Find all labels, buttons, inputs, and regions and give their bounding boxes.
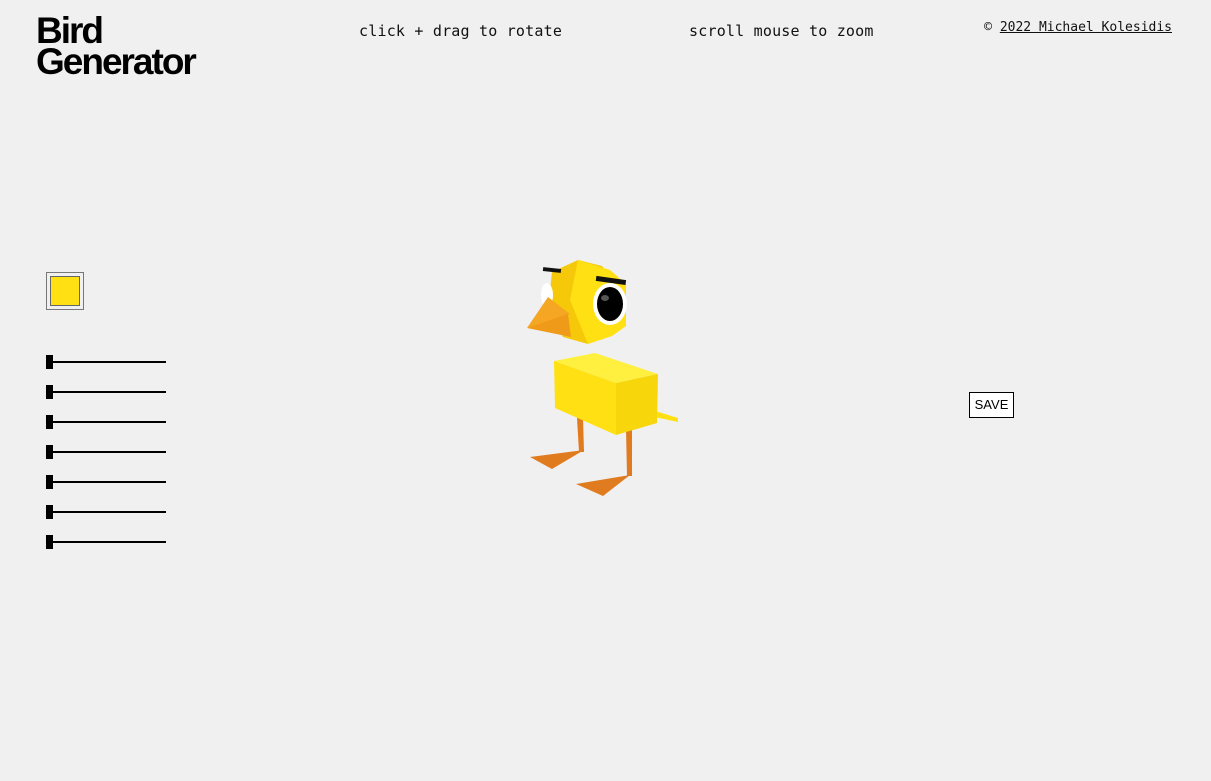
right-leg xyxy=(626,428,632,476)
bird-3d-viewport[interactable] xyxy=(500,240,700,510)
slider-2[interactable] xyxy=(46,385,166,399)
slider-track xyxy=(46,511,166,513)
copyright-symbol: © xyxy=(984,20,992,35)
body-side xyxy=(616,374,658,435)
slider-track xyxy=(46,541,166,543)
eye-pupil xyxy=(597,287,623,321)
app-title-line-2: Generator xyxy=(36,41,197,82)
slider-thumb[interactable] xyxy=(46,355,53,369)
slider-thumb[interactable] xyxy=(46,505,53,519)
right-foot xyxy=(576,475,630,496)
body-color-picker[interactable] xyxy=(46,272,84,310)
slider-6[interactable] xyxy=(46,505,166,519)
slider-5[interactable] xyxy=(46,475,166,489)
eye-shine xyxy=(601,295,609,301)
author-link[interactable]: 2022 Michael Kolesidis xyxy=(1000,20,1172,35)
app-logo: Bird Generator xyxy=(36,12,197,82)
slider-thumb[interactable] xyxy=(46,445,53,459)
slider-1[interactable] xyxy=(46,355,166,369)
rotate-hint: click + drag to rotate xyxy=(359,22,563,40)
slider-thumb[interactable] xyxy=(46,475,53,489)
credit: © 2022 Michael Kolesidis xyxy=(984,20,1172,35)
bird-icon xyxy=(527,260,678,496)
save-button[interactable]: SAVE xyxy=(969,392,1014,418)
slider-track xyxy=(46,391,166,393)
slider-7[interactable] xyxy=(46,535,166,549)
zoom-hint: scroll mouse to zoom xyxy=(689,22,874,40)
left-leg xyxy=(577,418,584,452)
slider-3[interactable] xyxy=(46,415,166,429)
slider-track xyxy=(46,361,166,363)
slider-thumb[interactable] xyxy=(46,535,53,549)
left-foot xyxy=(530,450,584,469)
slider-thumb[interactable] xyxy=(46,415,53,429)
slider-4[interactable] xyxy=(46,445,166,459)
body-color-fill xyxy=(50,276,80,306)
slider-track xyxy=(46,481,166,483)
slider-track xyxy=(46,451,166,453)
slider-thumb[interactable] xyxy=(46,385,53,399)
slider-track xyxy=(46,421,166,423)
